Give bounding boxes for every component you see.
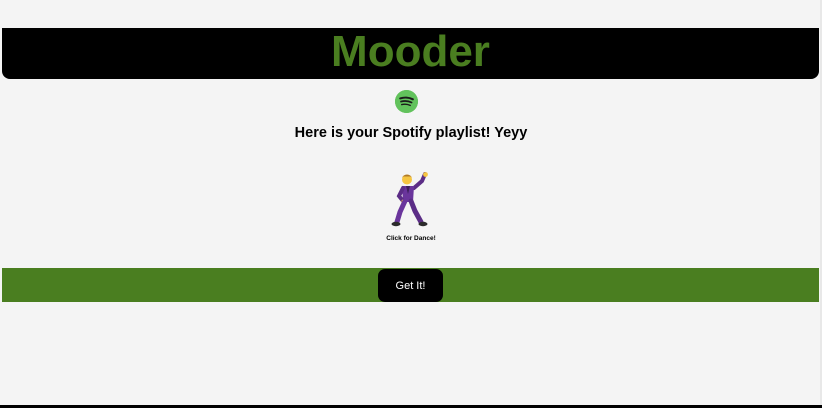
page: Mooder Here is your Spotify playlist! Ye…	[0, 0, 822, 408]
header-bar: Mooder	[2, 28, 819, 79]
app-title: Mooder	[331, 26, 490, 76]
playlist-message: Here is your Spotify playlist! Yeyy	[294, 125, 528, 141]
man-dancing-icon[interactable]	[388, 172, 432, 228]
get-it-button[interactable]: Get It!	[378, 269, 443, 302]
man-dancing-glyph	[391, 172, 428, 227]
spotify-icon[interactable]	[395, 90, 418, 113]
dance-caption[interactable]: Click for Dance!	[0, 235, 822, 242]
spotify-icon-glyph	[395, 90, 418, 113]
